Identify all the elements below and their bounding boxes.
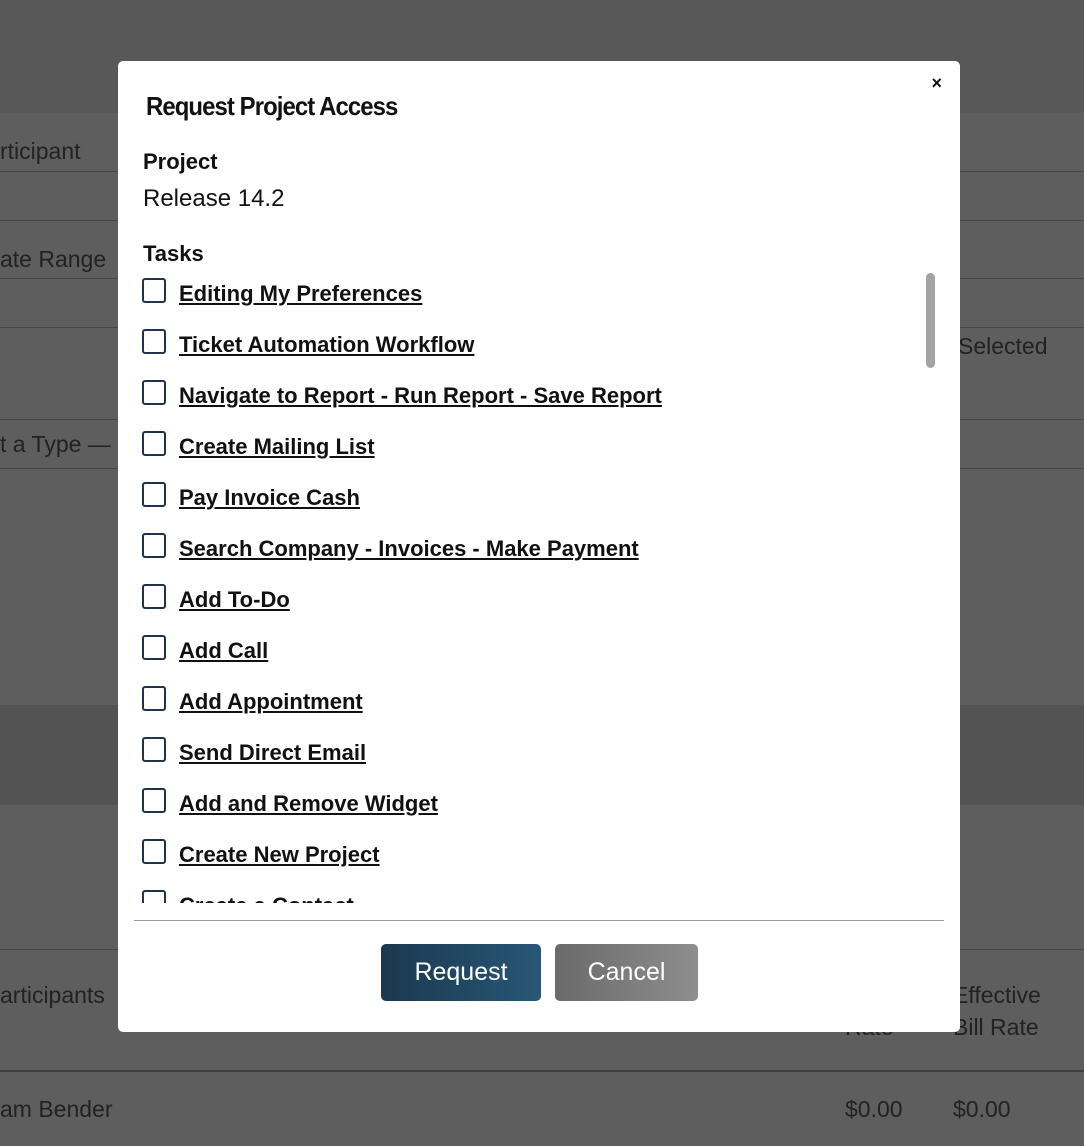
task-checkbox[interactable] bbox=[142, 584, 166, 609]
task-link[interactable]: Editing My Preferences bbox=[179, 281, 422, 307]
task-item: Pay Invoice Cash bbox=[142, 477, 942, 528]
row-effective-rate: $0.00 bbox=[953, 1096, 1011, 1122]
task-item: Editing My Preferences bbox=[142, 273, 942, 324]
task-link[interactable]: Add To-Do bbox=[179, 587, 290, 613]
task-item: Navigate to Report - Run Report - Save R… bbox=[142, 375, 942, 426]
task-link[interactable]: Search Company - Invoices - Make Payment bbox=[179, 536, 639, 562]
task-item: Add and Remove Widget bbox=[142, 783, 942, 834]
task-link[interactable]: Create a Contact bbox=[179, 893, 354, 903]
project-value: Release 14.2 bbox=[143, 185, 285, 212]
close-icon[interactable]: × bbox=[931, 73, 942, 94]
project-label: Project bbox=[143, 149, 218, 174]
task-link[interactable]: Ticket Automation Workflow bbox=[179, 332, 474, 358]
date-range-label: ate Range bbox=[0, 246, 107, 272]
task-item: Send Direct Email bbox=[142, 732, 942, 783]
request-access-modal: × Request Project Access Project Release… bbox=[118, 61, 960, 1032]
task-checkbox[interactable] bbox=[142, 635, 166, 660]
task-checkbox[interactable] bbox=[142, 278, 166, 303]
task-link[interactable]: Add Appointment bbox=[179, 689, 363, 715]
participant-label: rticipant bbox=[0, 138, 81, 164]
task-checkbox[interactable] bbox=[142, 839, 166, 864]
task-link[interactable]: Add and Remove Widget bbox=[179, 791, 438, 817]
task-item: Create Mailing List bbox=[142, 426, 942, 477]
type-select[interactable]: t a Type — bbox=[0, 431, 111, 458]
task-link[interactable]: Create New Project bbox=[179, 842, 380, 868]
selected-text: Selected bbox=[958, 333, 1048, 359]
task-item: Create a Contact bbox=[142, 885, 942, 903]
task-item: Add To-Do bbox=[142, 579, 942, 630]
tasks-label: Tasks bbox=[143, 241, 204, 266]
task-checkbox[interactable] bbox=[142, 482, 166, 507]
task-checkbox[interactable] bbox=[142, 686, 166, 711]
effective-header-2: Bill Rate bbox=[953, 1014, 1039, 1040]
modal-title: Request Project Access bbox=[146, 91, 398, 121]
task-link[interactable]: Pay Invoice Cash bbox=[179, 485, 360, 511]
task-item: Add Appointment bbox=[142, 681, 942, 732]
task-item: Create New Project bbox=[142, 834, 942, 885]
effective-header-1: Effective bbox=[953, 982, 1041, 1008]
task-checkbox[interactable] bbox=[142, 737, 166, 762]
task-checkbox[interactable] bbox=[142, 380, 166, 405]
task-checkbox[interactable] bbox=[142, 533, 166, 558]
task-checkbox[interactable] bbox=[142, 890, 166, 903]
task-checkbox[interactable] bbox=[142, 431, 166, 456]
request-button[interactable]: Request bbox=[381, 944, 541, 1001]
divider bbox=[0, 1070, 1084, 1072]
task-link[interactable]: Navigate to Report - Run Report - Save R… bbox=[179, 383, 662, 409]
task-link[interactable]: Send Direct Email bbox=[179, 740, 366, 766]
task-list[interactable]: Editing My Preferences Ticket Automation … bbox=[142, 273, 942, 903]
participants-header: articipants bbox=[0, 982, 105, 1008]
task-link[interactable]: Create Mailing List bbox=[179, 434, 375, 460]
task-checkbox[interactable] bbox=[142, 329, 166, 354]
footer-divider bbox=[134, 920, 944, 921]
row-name: am Bender bbox=[0, 1096, 113, 1122]
row-rate: $0.00 bbox=[845, 1096, 903, 1122]
task-item: Add Call bbox=[142, 630, 942, 681]
task-item: Ticket Automation Workflow bbox=[142, 324, 942, 375]
scrollbar[interactable] bbox=[926, 273, 935, 368]
cancel-button[interactable]: Cancel bbox=[555, 944, 698, 1001]
task-checkbox[interactable] bbox=[142, 788, 166, 813]
task-link[interactable]: Add Call bbox=[179, 638, 268, 664]
task-item: Search Company - Invoices - Make Payment bbox=[142, 528, 942, 579]
